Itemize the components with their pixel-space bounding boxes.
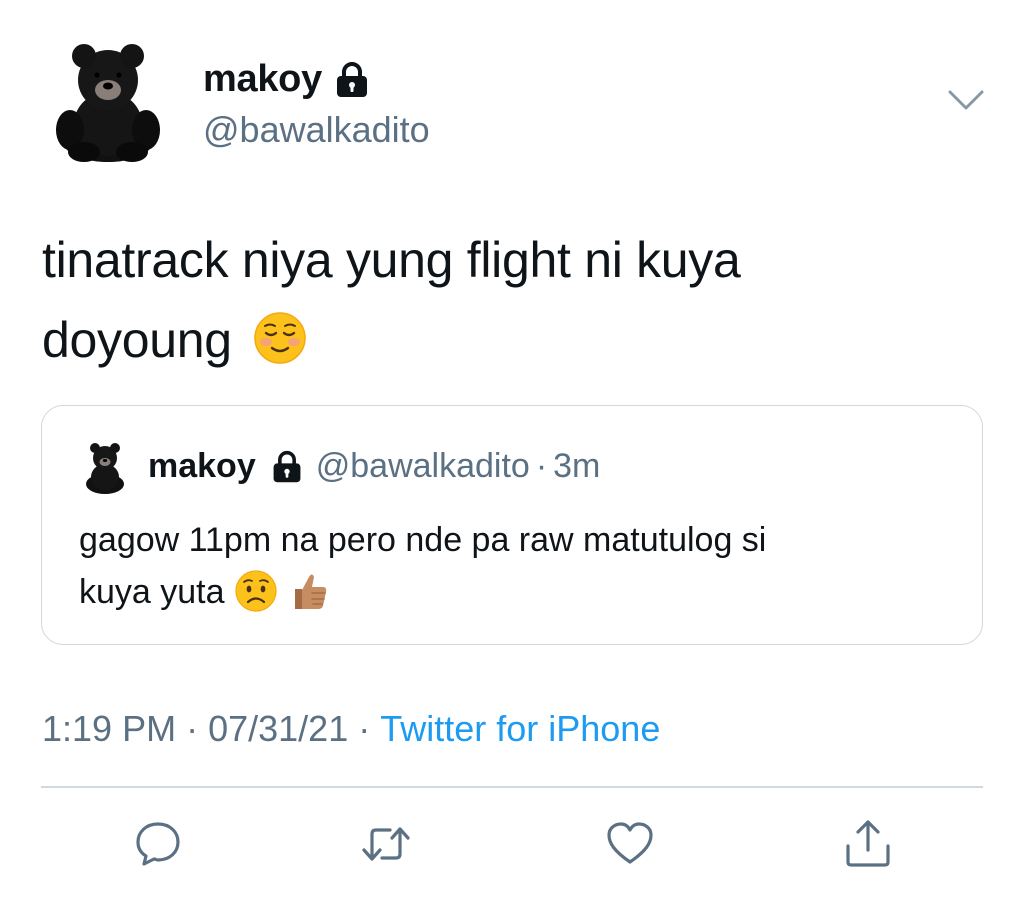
tweet-text-line2: doyoung [42, 312, 232, 368]
quote-header: makoy @bawalkadito · 3m [148, 447, 600, 486]
author-display-name[interactable]: makoy [203, 58, 322, 101]
quoted-tweet[interactable]: makoy @bawalkadito · 3m gagow 11pm na pe… [41, 405, 983, 645]
quote-timestamp: 3m [553, 447, 601, 485]
quote-text-line1: gagow 11pm na pero nde pa raw matutulog … [79, 521, 767, 559]
divider [41, 786, 983, 788]
reply-icon [136, 822, 180, 866]
tweet-meta: 1:19 PM · 07/31/21 · Twitter for iPhone [42, 708, 660, 750]
chevron-down-icon[interactable] [946, 86, 986, 114]
quote-text-line2: kuya yuta [79, 573, 225, 611]
retweet-button[interactable] [360, 818, 412, 870]
share-button[interactable] [842, 818, 894, 870]
quote-text: gagow 11pm na pero nde pa raw matutulog … [79, 514, 959, 618]
heart-icon [607, 822, 653, 864]
tweet-date[interactable]: 07/31/21 [208, 708, 348, 749]
quote-author-name: makoy [148, 447, 256, 485]
smiling-face-emoji [253, 308, 307, 364]
meta-separator: · [186, 708, 199, 749]
author-name[interactable]: makoy [203, 58, 370, 101]
tweet-detail: makoy @bawalkadito tinatrack niya yung f… [0, 0, 1024, 907]
quote-avatar [82, 440, 128, 494]
like-button[interactable] [604, 818, 656, 870]
tweet-source-link[interactable]: Twitter for iPhone [380, 708, 660, 749]
meta-separator: · [358, 708, 371, 749]
quote-separator: · [535, 447, 548, 485]
lock-icon [270, 450, 304, 484]
worried-face-emoji [234, 569, 278, 613]
retweet-icon [362, 827, 410, 861]
quote-author-handle: @bawalkadito [315, 447, 530, 485]
lock-icon [334, 61, 370, 99]
avatar[interactable] [48, 40, 168, 162]
author-handle[interactable]: @bawalkadito [203, 109, 430, 151]
thumbs-up-emoji [287, 569, 331, 613]
tweet-text-line1: tinatrack niya yung flight ni kuya [42, 232, 741, 288]
tweet-time[interactable]: 1:19 PM [42, 708, 176, 749]
reply-button[interactable] [132, 818, 184, 870]
share-icon [846, 820, 890, 867]
tweet-text: tinatrack niya yung flight ni kuya doyou… [42, 220, 942, 380]
